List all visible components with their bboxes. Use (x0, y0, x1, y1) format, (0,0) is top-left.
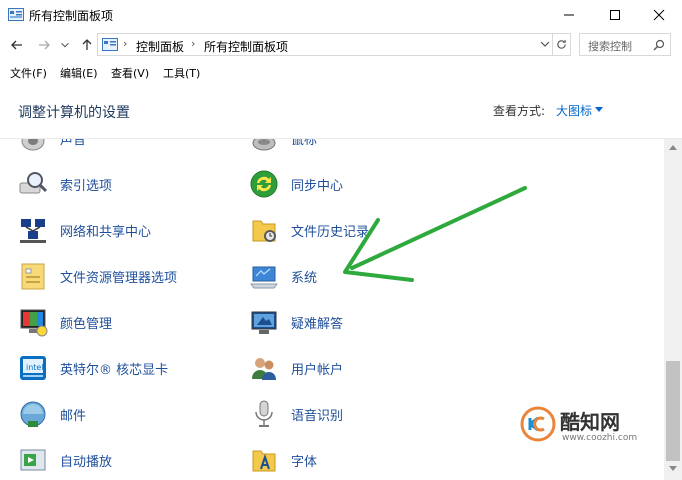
arrow-up-icon (82, 39, 92, 50)
vertical-scrollbar[interactable] (664, 139, 682, 480)
arrow-right-icon (39, 40, 50, 50)
item-label: 声音 (60, 139, 87, 148)
breadcrumb-all-items[interactable]: 所有控制面板项 (204, 38, 288, 55)
item-label: 语音识别 (291, 409, 344, 424)
item-fonts[interactable]: 字体 (249, 441, 479, 480)
search-icon (653, 39, 665, 51)
control-panel-icon (102, 38, 118, 51)
item-speech-recognition[interactable]: 语音识别 (249, 395, 479, 435)
item-label: 文件历史记录 (291, 225, 370, 240)
item-color-management[interactable]: 颜色管理 (18, 303, 248, 343)
item-label: 自动播放 (60, 455, 113, 470)
scrollbar-thumb[interactable] (666, 361, 680, 461)
maximize-icon (610, 10, 620, 20)
menu-file[interactable]: 文件(F) (10, 65, 47, 81)
item-troubleshooting[interactable]: 疑难解答 (249, 303, 479, 343)
coozhi-logo-icon (520, 406, 556, 442)
caret-down-icon[interactable] (595, 107, 603, 112)
menu-bar: 文件(F) 编辑(E) 查看(V) 工具(T) (0, 62, 682, 82)
chevron-down-icon (61, 42, 69, 48)
menu-edit[interactable]: 编辑(E) (60, 65, 98, 81)
item-label: 同步中心 (291, 179, 344, 194)
up-button[interactable] (78, 36, 96, 54)
mail-icon (20, 401, 46, 427)
arrow-left-icon (11, 40, 22, 50)
title-bar: 所有控制面板项 (0, 0, 682, 30)
item-label: 疑难解答 (291, 317, 344, 332)
item-label: 字体 (291, 455, 318, 470)
maximize-button[interactable] (592, 0, 638, 30)
troubleshoot-icon (251, 311, 277, 334)
watermark-logo: 酷知网 www.coozhi.com (520, 404, 650, 448)
back-button[interactable] (8, 36, 26, 54)
fonts-icon (252, 450, 276, 472)
item-label: 系统 (291, 271, 318, 286)
file-history-icon (252, 220, 276, 242)
forward-button[interactable] (35, 36, 53, 54)
sync-icon (250, 170, 278, 198)
user-accounts-icon (252, 358, 276, 380)
folder-options-icon (21, 263, 45, 290)
refresh-icon (557, 39, 566, 49)
item-label: 颜色管理 (60, 317, 113, 332)
close-button[interactable] (636, 0, 682, 30)
item-mouse[interactable]: 鼠标 (249, 139, 479, 159)
search-input[interactable]: 搜索控制 (579, 33, 671, 56)
minimize-icon (564, 14, 574, 16)
address-bar[interactable]: › 控制面板 › 所有控制面板项 (97, 33, 553, 56)
item-label: 用户帐户 (291, 363, 344, 378)
item-user-accounts[interactable]: 用户帐户 (249, 349, 479, 389)
scroll-up-icon[interactable] (669, 144, 677, 150)
item-sync-center[interactable]: 同步中心 (249, 165, 479, 205)
minimize-button[interactable] (546, 0, 592, 30)
breadcrumb-separator-icon[interactable]: › (123, 37, 127, 50)
item-network-sharing[interactable]: 网络和共享中心 (18, 211, 248, 251)
item-sound[interactable]: 声音 (18, 139, 248, 159)
network-icon (20, 219, 46, 243)
watermark-brand: 酷知网 (560, 410, 620, 434)
system-icon (250, 266, 278, 289)
autoplay-icon (20, 449, 46, 471)
view-by-dropdown[interactable]: 大图标 (556, 102, 592, 119)
item-label: 文件资源管理器选项 (60, 271, 178, 286)
item-file-history[interactable]: 文件历史记录 (249, 211, 479, 251)
indexing-icon (19, 172, 48, 194)
color-management-icon (20, 309, 48, 337)
microphone-icon (255, 400, 273, 427)
item-label: 邮件 (60, 409, 87, 424)
mouse-icon (252, 139, 276, 151)
watermark-url: www.coozhi.com (562, 433, 638, 443)
item-autoplay[interactable]: 自动播放 (18, 441, 248, 480)
item-label: 鼠标 (291, 139, 318, 148)
close-icon (653, 9, 665, 21)
menu-view[interactable]: 查看(V) (111, 65, 149, 81)
breadcrumb-separator-icon[interactable]: › (191, 37, 195, 50)
scroll-down-icon[interactable] (669, 466, 677, 472)
item-label: 网络和共享中心 (60, 225, 152, 240)
item-file-explorer-options[interactable]: 文件资源管理器选项 (18, 257, 248, 297)
window-title: 所有控制面板项 (29, 9, 114, 23)
view-by-label: 查看方式: (493, 104, 546, 118)
item-intel-graphics[interactable]: intel 英特尔® 核芯显卡 (18, 349, 248, 389)
refresh-button[interactable] (553, 33, 571, 56)
control-panel-icon (8, 8, 24, 21)
menu-tools[interactable]: 工具(T) (163, 65, 200, 81)
item-mail[interactable]: 邮件 (18, 395, 248, 435)
page-title: 调整计算机的设置 (18, 105, 130, 121)
svg-text:intel: intel (26, 363, 44, 372)
address-dropdown-icon[interactable] (538, 37, 552, 51)
breadcrumb-control-panel[interactable]: 控制面板 (136, 38, 184, 55)
item-system[interactable]: 系统 (249, 257, 479, 297)
item-label: 英特尔® 核芯显卡 (60, 363, 169, 378)
search-placeholder: 搜索控制 (588, 40, 632, 53)
item-indexing-options[interactable]: 索引选项 (18, 165, 248, 205)
speaker-icon (21, 139, 45, 151)
content-header: 调整计算机的设置 查看方式: 大图标 (0, 83, 682, 139)
item-label: 索引选项 (60, 179, 113, 194)
intel-graphics-icon: intel (20, 356, 46, 380)
recent-locations-button[interactable] (59, 36, 71, 54)
